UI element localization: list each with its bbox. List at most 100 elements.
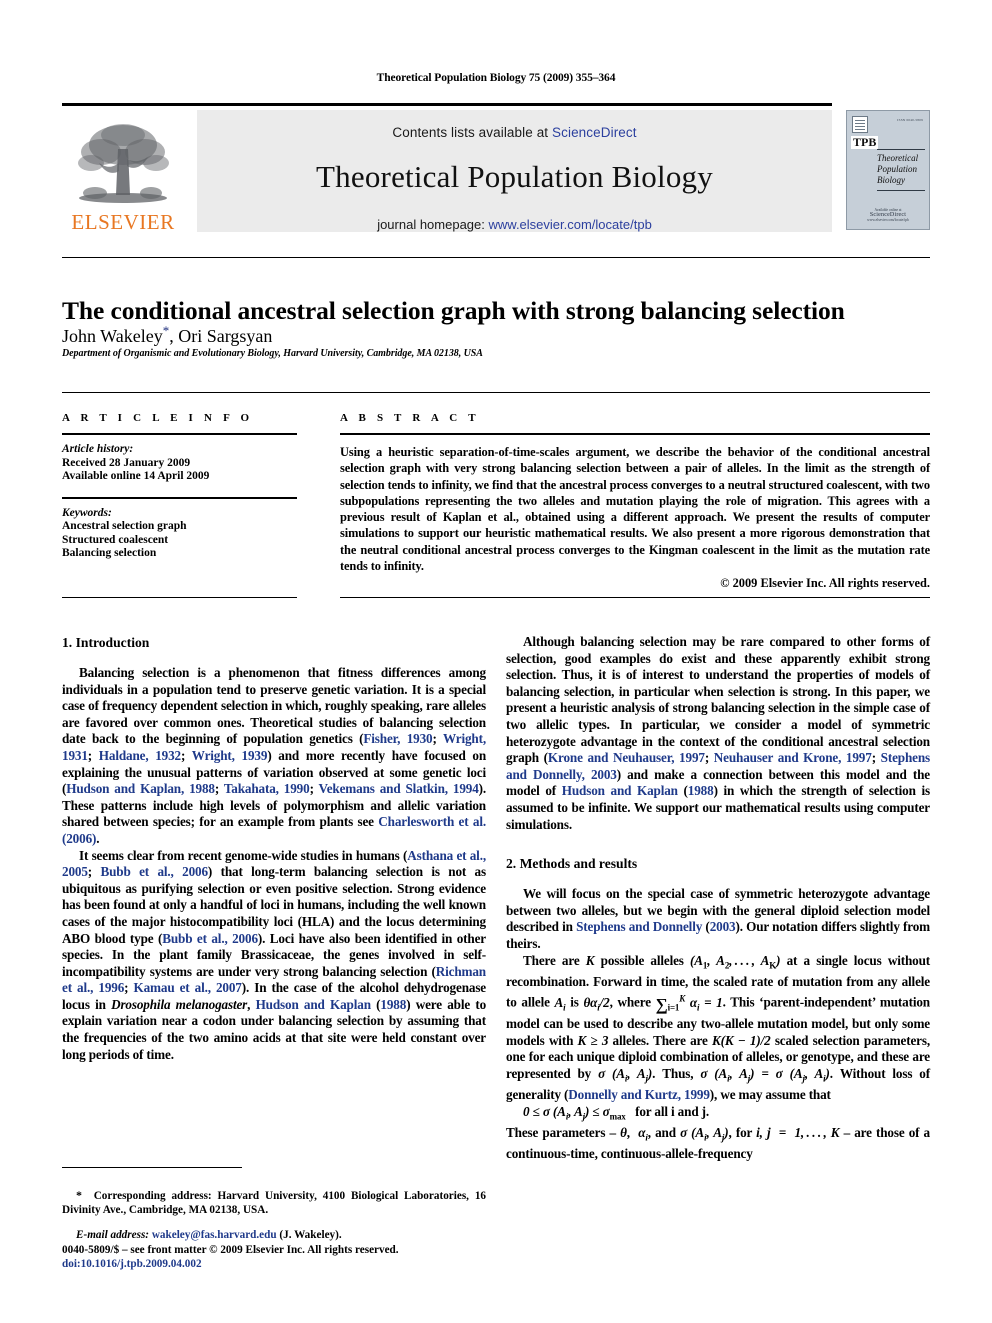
citation-link[interactable]: Wright, 1939 xyxy=(192,748,268,763)
citation-link[interactable]: Fisher, 1930 xyxy=(363,731,432,746)
citation-link[interactable]: Krone and Neuhauser, 1997 xyxy=(548,750,705,765)
text-run: , xyxy=(247,996,256,1012)
cover-name-line2: Population xyxy=(877,164,917,174)
article-history-group: Article history: Received 28 January 200… xyxy=(62,443,297,484)
text-run: It seems clear from recent genome-wide s… xyxy=(79,847,408,863)
citation-link[interactable]: Neuhauser and Krone, 1997 xyxy=(714,750,872,765)
citation-link[interactable]: Vekemans and Slatkin, 1994 xyxy=(319,781,479,796)
journal-banner: Contents lists available at ScienceDirec… xyxy=(197,110,832,232)
citation-link[interactable]: Haldane, 1932 xyxy=(99,748,181,763)
keywords-group: Keywords: Ancestral selection graph Stru… xyxy=(62,507,297,561)
journal-homepage-link[interactable]: www.elsevier.com/locate/tpb xyxy=(489,217,652,232)
citation-link[interactable]: Hudson and Kaplan xyxy=(562,783,678,798)
math-theta: θ xyxy=(620,1124,627,1140)
elsevier-tree-icon xyxy=(78,124,169,203)
article-info-heading: A R T I C L E I N F O xyxy=(62,412,254,424)
math-allele-set: (A1, A2, . . . , AK) xyxy=(690,952,781,971)
text-run: ), we may assume that xyxy=(709,1086,831,1102)
text-run: , for xyxy=(728,1124,757,1140)
cover-rule-top xyxy=(877,149,925,150)
keyword-item: Ancestral selection graph xyxy=(62,520,187,532)
text-run: . Thus, xyxy=(652,1065,701,1081)
text-run: ( xyxy=(677,783,688,799)
section-heading-methods: 2. Methods and results xyxy=(506,856,638,872)
paper-page: Theoretical Population Biology 75 (2009)… xyxy=(0,0,992,1323)
paragraph-methods-3: These parameters – θ, αi, and σ (Ai, Aj)… xyxy=(506,1124,930,1162)
article-history-received: Received 28 January 2009 xyxy=(62,456,191,469)
doi-link[interactable]: doi:10.1016/j.tpb.2009.04.002 xyxy=(62,1257,562,1271)
text-run: ; xyxy=(309,781,319,797)
equation-sigma-bounds: 0 ≤ σ (Ai, Aj) ≤ σmax for all i and j. xyxy=(506,1104,930,1125)
author-primary: John Wakeley xyxy=(62,326,163,346)
text-run: ; xyxy=(87,747,99,763)
paragraph-intro-2: It seems clear from recent genome-wide s… xyxy=(62,848,486,1064)
citation-link[interactable]: 1988 xyxy=(688,783,714,798)
keyword-item: Structured coalescent xyxy=(62,533,169,546)
sciencedirect-link[interactable]: ScienceDirect xyxy=(552,125,637,140)
text-run: ; xyxy=(181,747,192,763)
species-name: Drosophila melanogaster xyxy=(111,996,248,1012)
citation-link[interactable]: Bubb et al., 2006 xyxy=(162,931,258,946)
math-sigma-ij: σ (Ai, Aj) xyxy=(598,1065,653,1084)
citation-link[interactable]: 1988 xyxy=(380,997,406,1012)
abstract-copyright: © 2009 Elsevier Inc. All rights reserved… xyxy=(720,576,930,591)
keywords-separator-rule xyxy=(62,496,297,499)
section-heading-introduction: 1. Introduction xyxy=(62,635,150,650)
text-run: Corresponding address: Harvard Universit… xyxy=(62,1190,487,1217)
cover-name-line3: Biology xyxy=(877,175,905,185)
article-info-column: A R T I C L E I N F O Article history: R… xyxy=(62,412,297,561)
cover-foot-url: www.elsevier.com/locate/tpb xyxy=(867,218,909,222)
math-index-range: i, j = 1, . . . , K xyxy=(756,1124,840,1140)
text-run: ; xyxy=(871,750,881,766)
author-list: John Wakeley*, Ori Sargsyan xyxy=(62,320,930,347)
cover-publisher-icon xyxy=(852,116,868,133)
paragraph-methods-2: There are K possible alleles (A1, A2, . … xyxy=(506,953,930,1104)
text-run: alleles. There are xyxy=(608,1032,712,1048)
text-run: ; xyxy=(124,980,134,996)
math-sigma-symmetry: σ (Ai, Aj) = σ (Aj, Ai) xyxy=(700,1065,830,1084)
imprint-issn-line: 0040-5809/$ – see front matter © 2009 El… xyxy=(62,1244,399,1256)
email-label: E-mail address: xyxy=(76,1229,150,1242)
citation-link[interactable]: 2003 xyxy=(710,919,736,934)
contents-prefix: Contents lists available at xyxy=(392,125,553,140)
keywords-label: Keywords: xyxy=(62,506,112,519)
info-bottom-rule xyxy=(62,597,297,598)
abstract-column: A B S T R A C T Using a heuristic separa… xyxy=(340,412,930,591)
running-head: Theoretical Population Biology 75 (2009)… xyxy=(376,72,616,84)
citation-link[interactable]: Bubb et al., 2006 xyxy=(100,864,208,879)
abstract-heading: A B S T R A C T xyxy=(340,412,480,424)
homepage-line: journal homepage: www.elsevier.com/locat… xyxy=(197,217,832,232)
affiliation: Department of Organismic and Evolutionar… xyxy=(62,348,483,359)
imprint-block: 0040-5809/$ – see front matter © 2009 El… xyxy=(62,1243,562,1271)
email-link[interactable]: wakeley@fas.harvard.edu xyxy=(152,1229,277,1241)
citation-link[interactable]: Kamau et al., 2007 xyxy=(134,980,242,995)
equation-qualifier: for all i and j. xyxy=(635,1103,710,1119)
text-run: Although balancing selection may be rare… xyxy=(506,634,930,766)
footnote-email: E-mail address: wakeley@fas.harvard.edu … xyxy=(62,1228,486,1242)
text-run: , where xyxy=(609,994,656,1010)
text-run: ; xyxy=(432,731,443,747)
contents-line: Contents lists available at ScienceDirec… xyxy=(197,110,832,140)
citation-link[interactable]: Takahata, 1990 xyxy=(224,781,310,796)
citation-link[interactable]: Hudson and Kaplan, 1988 xyxy=(66,781,215,796)
abstract-bottom-rule xyxy=(340,597,930,598)
paragraph-methods-1: We will focus on the special case of sym… xyxy=(506,886,930,952)
citation-link[interactable]: Stephens and Donnelly xyxy=(576,919,702,934)
journal-masthead: ELSEVIER Contents lists available at Sci… xyxy=(62,103,930,233)
text-run: . xyxy=(96,830,100,846)
citation-link[interactable]: Hudson and Kaplan xyxy=(256,997,371,1012)
cover-footer: Available online at ScienceDirect www.el… xyxy=(847,208,929,223)
author-secondary: , Ori Sargsyan xyxy=(169,326,273,346)
title-top-rule xyxy=(62,257,930,258)
math-selection-count: K(K − 1)/2 xyxy=(711,1032,771,1048)
math-mutation-rate: θαi/2 xyxy=(583,994,610,1013)
cover-journal-name: Theoretical Population Biology xyxy=(877,153,929,186)
citation-link[interactable]: Donnelly and Kurtz, 1999 xyxy=(568,1087,710,1102)
paragraph-intro-1: Balancing selection is a phenomenon that… xyxy=(62,665,486,848)
cover-abbrev: TPB xyxy=(851,135,879,149)
body-column-right: Although balancing selection may be rare… xyxy=(506,634,930,1163)
text-run: There are xyxy=(523,952,586,968)
abstract-rule xyxy=(340,433,930,435)
text-run: ; xyxy=(214,781,224,797)
math-K-ge-3: K ≥ 3 xyxy=(577,1032,609,1048)
